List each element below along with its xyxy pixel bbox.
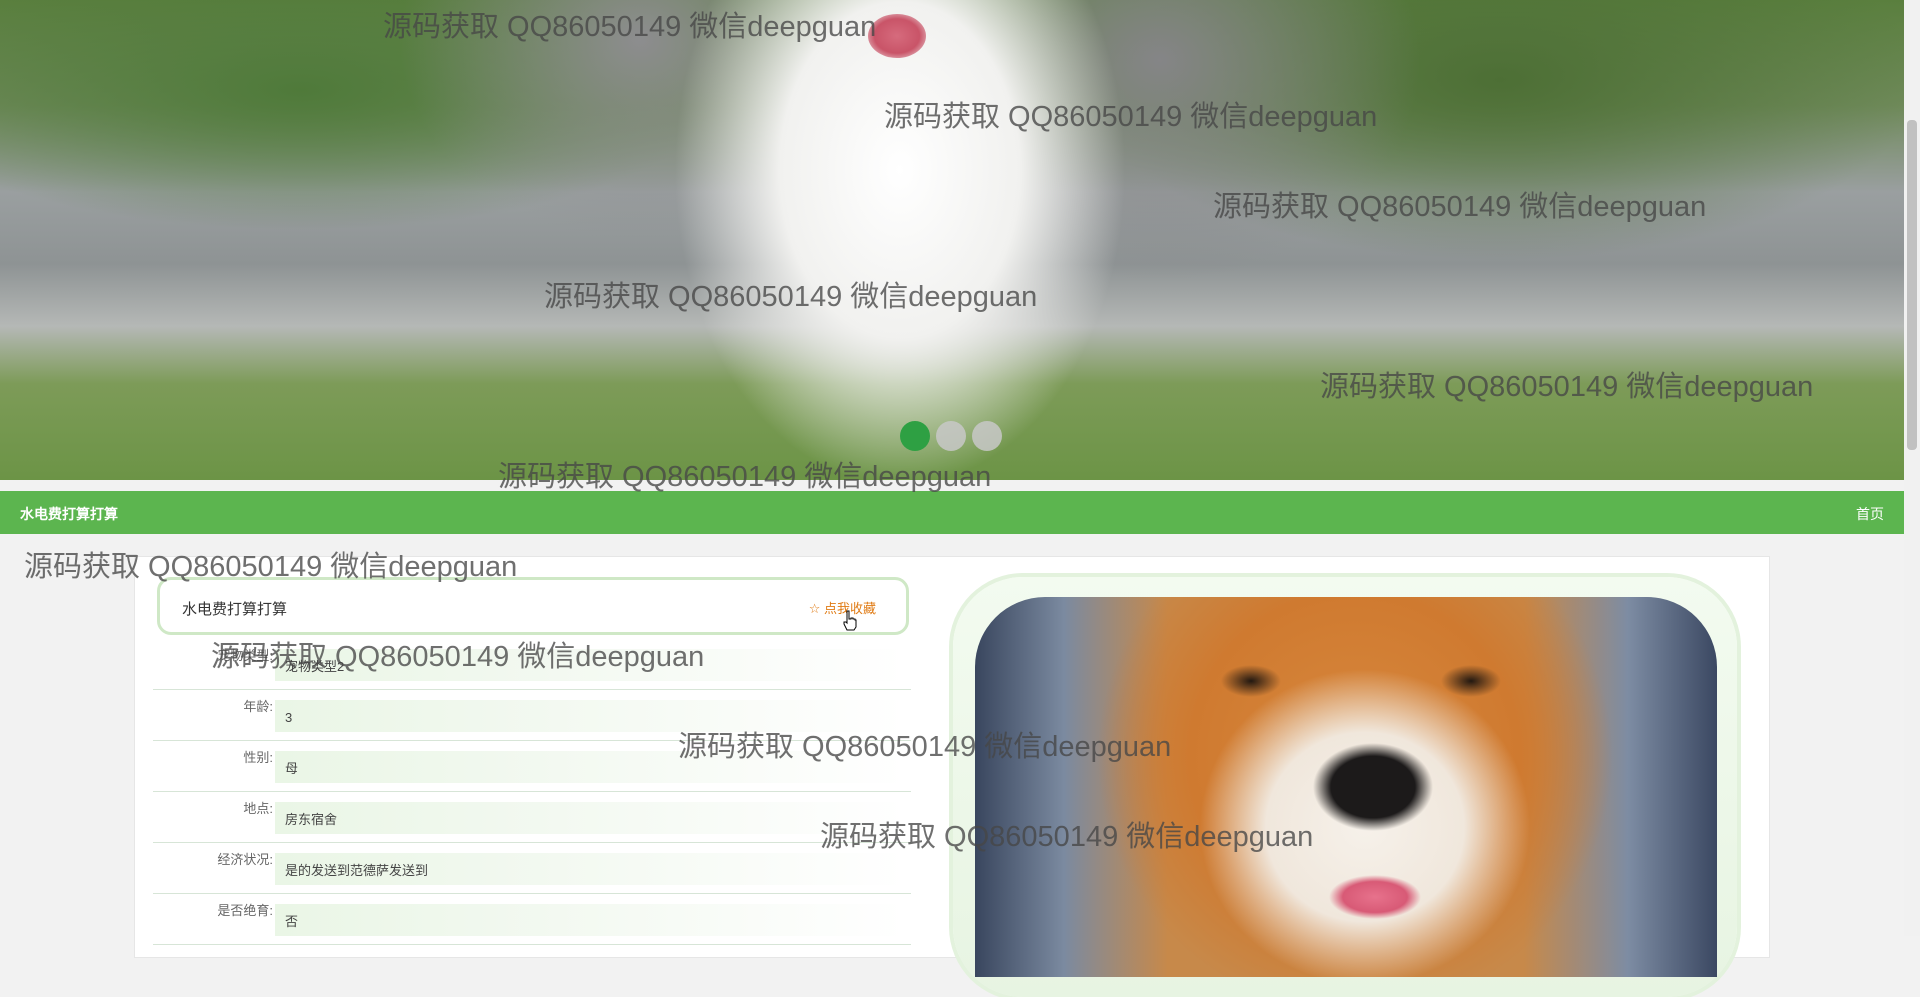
detail-fields: 宠物类型: 宠物类型2 年龄: 3 性别: 母 地点: 房东宿舍 经济状况: 是…	[153, 639, 911, 945]
field-value: 宠物类型2	[275, 649, 905, 681]
field-value: 3	[275, 700, 905, 732]
field-label: 是否绝育:	[217, 903, 273, 918]
carousel-dot-3[interactable]	[972, 421, 1002, 451]
hand-cursor-icon	[843, 610, 857, 631]
detail-title: 水电费打算打算	[182, 601, 288, 618]
detail-title-box: 水电费打算打算 ☆ 点我收藏	[157, 577, 909, 635]
top-nav: 水电费打算打算 首页	[0, 491, 1904, 534]
field-row-economy: 经济状况: 是的发送到范德萨发送到	[153, 843, 911, 894]
detail-card: 水电费打算打算 ☆ 点我收藏 宠物类型: 宠物类型2 年龄: 3 性别: 母 地…	[134, 556, 1770, 997]
pet-photo-frame	[953, 577, 1737, 997]
pet-photo-dog	[975, 597, 1717, 977]
field-label: 性别:	[243, 750, 273, 765]
field-row-pet-type: 宠物类型: 宠物类型2	[153, 639, 911, 690]
carousel-dot-1[interactable]	[900, 421, 930, 451]
carousel-dots	[900, 421, 1002, 451]
field-value: 是的发送到范德萨发送到	[275, 853, 905, 885]
field-value: 母	[275, 751, 905, 783]
field-row-gender: 性别: 母	[153, 741, 911, 792]
field-row-location: 地点: 房东宿舍	[153, 792, 911, 843]
field-label: 宠物类型:	[217, 648, 273, 663]
hero-banner	[0, 0, 1904, 480]
field-label: 年龄:	[243, 699, 273, 714]
carousel-dot-2[interactable]	[936, 421, 966, 451]
field-row-neutered: 是否绝育: 否	[153, 894, 911, 945]
field-label: 地点:	[243, 801, 273, 816]
field-label: 经济状况:	[217, 852, 273, 867]
nav-home-link[interactable]: 首页	[1856, 504, 1884, 524]
page-scrollbar[interactable]	[1904, 0, 1920, 936]
field-row-age: 年龄: 3	[153, 690, 911, 741]
banner-image-cat	[868, 14, 926, 58]
nav-title[interactable]: 水电费打算打算	[20, 504, 118, 524]
field-value: 否	[275, 904, 905, 936]
scrollbar-thumb[interactable]	[1907, 120, 1917, 450]
field-value: 房东宿舍	[275, 802, 905, 834]
